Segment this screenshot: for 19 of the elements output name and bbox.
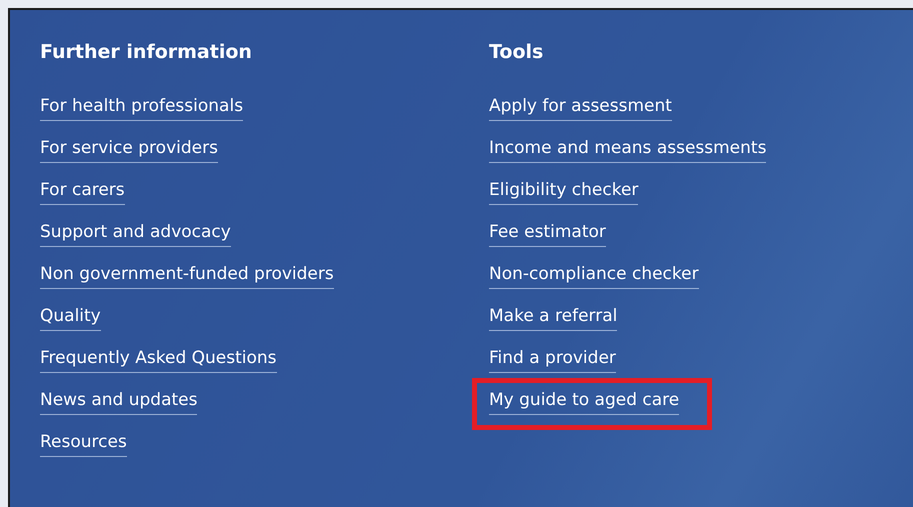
footer-link[interactable]: For health professionals [40, 96, 244, 121]
footer-link[interactable]: Support and advocacy [40, 222, 231, 247]
footer-link[interactable]: For carers [40, 180, 125, 205]
footer-link[interactable]: My guide to aged care [489, 390, 680, 415]
footer-link[interactable]: Find a provider [489, 348, 616, 373]
footer-link[interactable]: Eligibility checker [489, 180, 638, 205]
footer-link[interactable]: For service providers [40, 138, 218, 163]
footer-link[interactable]: Fee estimator [489, 222, 606, 247]
footer-link[interactable]: Frequently Asked Questions [40, 348, 277, 373]
column-heading: Further information [40, 40, 253, 64]
footer-link[interactable]: Quality [40, 306, 101, 331]
footer-link[interactable]: Income and means assessments [489, 138, 766, 163]
footer-link[interactable]: Non government-funded providers [40, 264, 334, 289]
footer-link[interactable]: Apply for assessment [489, 96, 672, 121]
column-heading: Tools [489, 40, 544, 64]
footer-link[interactable]: Resources [40, 432, 127, 457]
footer-link[interactable]: Non-compliance checker [489, 264, 699, 289]
footer-link[interactable]: Make a referral [489, 306, 618, 331]
footer-link[interactable]: News and updates [40, 390, 198, 415]
